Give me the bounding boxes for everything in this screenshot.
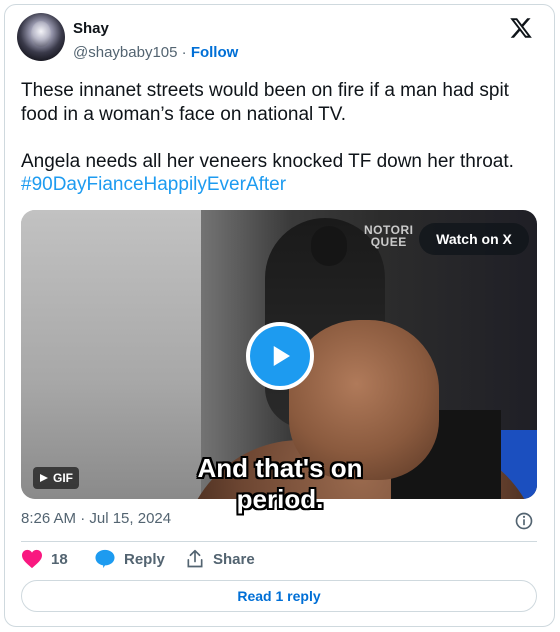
gif-label: GIF (53, 471, 73, 485)
play-icon (273, 346, 290, 366)
heart-icon (22, 549, 42, 569)
reply-label: Reply (124, 550, 165, 568)
tweet-line-1: These innanet streets would been on fire… (21, 80, 509, 101)
media-caption: And that's on period. (197, 453, 363, 514)
share-button[interactable]: Share (185, 549, 255, 569)
watch-on-x-button[interactable]: Watch on X (419, 223, 529, 255)
media-watermark: NOTORI QUEE (364, 223, 414, 249)
avatar[interactable] (17, 13, 65, 61)
reply-bubble-icon (95, 549, 115, 569)
media-ponytail (311, 226, 347, 266)
x-logo-icon[interactable] (508, 16, 534, 40)
divider (21, 541, 537, 542)
hashtag-link[interactable]: #90DayFianceHappilyEverAfter (21, 174, 286, 195)
tweet-line-3: Angela needs all her veneers knocked TF … (21, 150, 514, 172)
like-count: 18 (51, 550, 68, 568)
read-reply-button[interactable]: Read 1 reply (21, 580, 537, 612)
gif-badge[interactable]: GIF (33, 467, 79, 489)
separator-dot: · (181, 44, 187, 61)
follow-button[interactable]: Follow (191, 44, 239, 61)
play-small-icon (40, 474, 48, 482)
timestamp[interactable]: 8:26 AM · Jul 15, 2024 (21, 510, 171, 527)
share-icon (187, 549, 203, 568)
like-button[interactable]: 18 (21, 549, 68, 569)
reply-button[interactable]: Reply (94, 549, 165, 569)
tweet-text: These innanet streets would been on fire… (21, 79, 541, 197)
author-handle[interactable]: @shaybaby105 (73, 44, 177, 61)
play-button[interactable] (246, 322, 314, 390)
author-name[interactable]: Shay (73, 20, 109, 37)
author-handle-row: @shaybaby105 · Follow (73, 44, 238, 61)
tweet-line-2: food in a woman’s face on national TV. (21, 103, 346, 125)
info-icon[interactable] (514, 511, 534, 531)
share-label: Share (213, 550, 255, 568)
